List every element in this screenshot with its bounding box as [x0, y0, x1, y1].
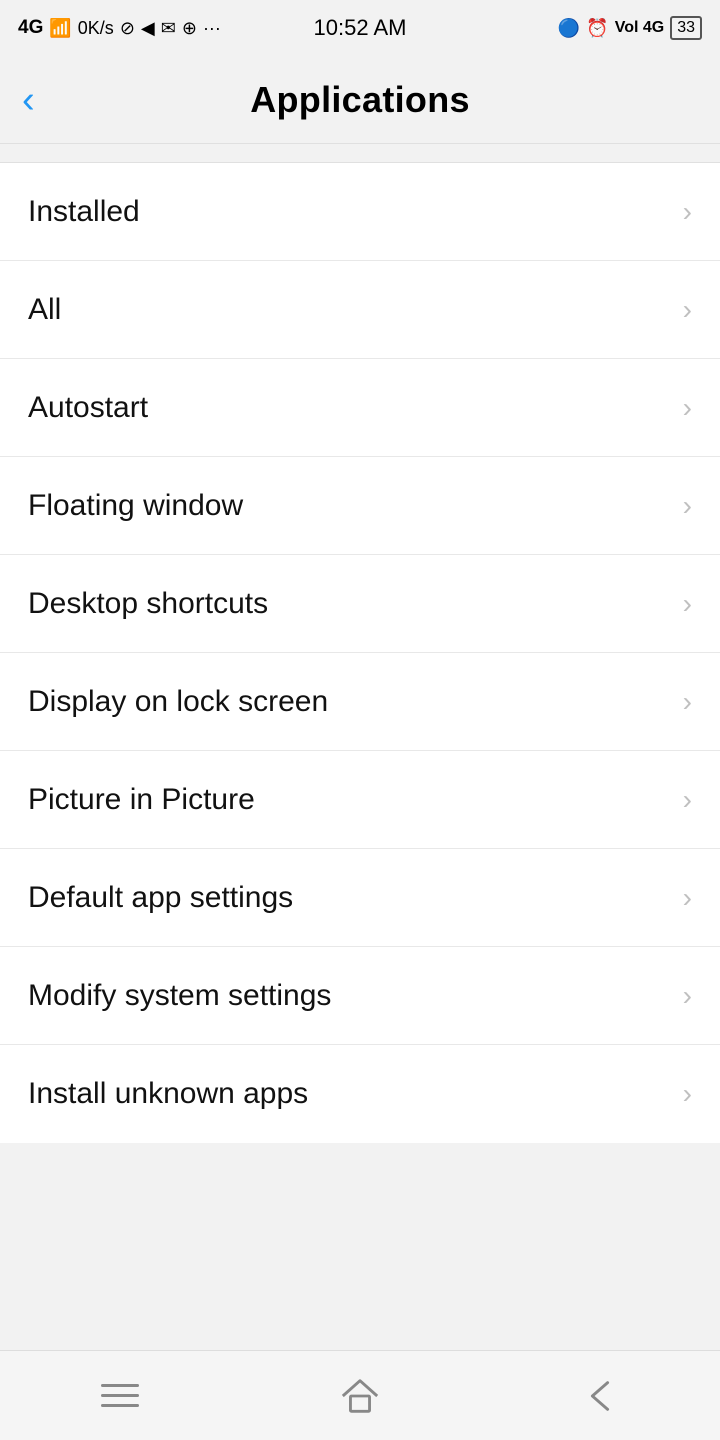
menu-item-label: Autostart — [28, 391, 148, 425]
menu-item-label: Picture in Picture — [28, 783, 255, 817]
alarm-icon: ⏰ — [586, 18, 608, 39]
bluetooth-icon: 🔵 — [558, 18, 580, 39]
menu-item-label: Installed — [28, 195, 140, 229]
bottom-nav-menu-button[interactable] — [80, 1366, 160, 1426]
menu-item-label: All — [28, 293, 61, 327]
network-indicator: 4G — [18, 17, 43, 39]
menu-item[interactable]: Modify system settings › — [0, 947, 720, 1045]
menu-item-label: Default app settings — [28, 881, 293, 915]
menu-item[interactable]: Floating window › — [0, 457, 720, 555]
chevron-right-icon: › — [683, 1078, 692, 1110]
menu-item[interactable]: Picture in Picture › — [0, 751, 720, 849]
menu-item-label: Install unknown apps — [28, 1077, 308, 1111]
applications-menu-list: Installed › All › Autostart › Floating w… — [0, 162, 720, 1143]
back-button[interactable]: ‹ — [22, 81, 35, 119]
chevron-right-icon: › — [683, 490, 692, 522]
chevron-right-icon: › — [683, 784, 692, 816]
back-icon — [579, 1375, 621, 1417]
location-icon: ◀ — [141, 18, 155, 39]
menu-item[interactable]: Autostart › — [0, 359, 720, 457]
menu-item-label: Modify system settings — [28, 979, 331, 1013]
menu-item[interactable]: Install unknown apps › — [0, 1045, 720, 1143]
do-not-disturb-icon: ⊘ — [120, 18, 135, 39]
chevron-right-icon: › — [683, 980, 692, 1012]
chevron-right-icon: › — [683, 392, 692, 424]
bottom-navigation — [0, 1350, 720, 1440]
menu-item-label: Display on lock screen — [28, 685, 328, 719]
chevron-right-icon: › — [683, 196, 692, 228]
chevron-right-icon: › — [683, 882, 692, 914]
chevron-right-icon: › — [683, 588, 692, 620]
menu-item[interactable]: Display on lock screen › — [0, 653, 720, 751]
bottom-nav-home-button[interactable] — [320, 1366, 400, 1426]
chevron-right-icon: › — [683, 686, 692, 718]
menu-item-label: Floating window — [28, 489, 243, 523]
chevron-right-icon: › — [683, 294, 692, 326]
status-time: 10:52 AM — [314, 15, 407, 41]
status-bar: 4G 📶 0K/s ⊘ ◀ ✉ ⊕ ··· 10:52 AM 🔵 ⏰ Vol 4… — [0, 0, 720, 56]
home-icon — [339, 1375, 381, 1417]
status-bar-right: 🔵 ⏰ Vol 4G 33 — [558, 16, 702, 40]
bottom-nav-back-button[interactable] — [560, 1366, 640, 1426]
menu-item[interactable]: Installed › — [0, 163, 720, 261]
menu-item[interactable]: Desktop shortcuts › — [0, 555, 720, 653]
more-icon: ··· — [203, 18, 221, 39]
bottom-fill-area — [0, 1143, 720, 1350]
battery-icon: 33 — [670, 16, 702, 40]
menu-item-label: Desktop shortcuts — [28, 587, 268, 621]
mic-icon: ⊕ — [182, 18, 197, 39]
header: ‹ Applications — [0, 56, 720, 144]
data-speed: 0K/s — [78, 18, 114, 39]
status-bar-left: 4G 📶 0K/s ⊘ ◀ ✉ ⊕ ··· — [18, 17, 221, 39]
lte-indicator: Vol 4G — [615, 19, 665, 37]
menu-item[interactable]: All › — [0, 261, 720, 359]
page-title: Applications — [250, 79, 470, 121]
signal-icon: 📶 — [49, 18, 71, 39]
hamburger-icon — [101, 1384, 139, 1407]
mail-icon: ✉ — [161, 18, 176, 39]
menu-item[interactable]: Default app settings › — [0, 849, 720, 947]
